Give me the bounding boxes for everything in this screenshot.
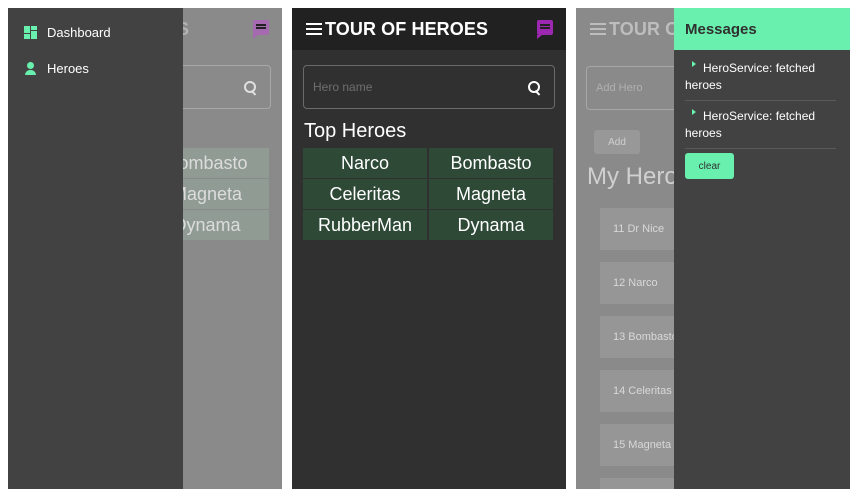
bullet-icon	[692, 61, 696, 67]
screen-dashboard-drawer: TOUR OF HEROES Narco Bombasto Celeritas …	[8, 8, 282, 489]
hero-search-input[interactable]	[304, 66, 524, 108]
messages-title: Messages	[674, 8, 850, 50]
hero-tile[interactable]: Narco	[303, 148, 427, 178]
message-icon[interactable]	[253, 20, 269, 39]
message-text: HeroService: fetched heroes	[685, 109, 816, 140]
search-icon	[244, 81, 258, 95]
bullet-icon	[692, 109, 696, 115]
hero-tile[interactable]: RubberMan	[303, 210, 427, 240]
person-icon	[24, 61, 37, 75]
menu-icon[interactable]	[590, 23, 606, 35]
clear-button[interactable]: clear	[685, 153, 734, 179]
nav-item-label: Heroes	[47, 60, 89, 76]
messages-panel: Messages HeroService: fetched heroes Her…	[674, 8, 850, 489]
section-title: Top Heroes	[304, 120, 407, 142]
search-icon[interactable]	[528, 81, 542, 95]
hero-tile[interactable]: Celeritas	[303, 179, 427, 209]
nav-item-label: Dashboard	[47, 24, 111, 40]
nav-item-dashboard[interactable]: Dashboard	[8, 17, 183, 47]
menu-icon[interactable]	[306, 23, 322, 35]
toolbar: TOUR OF HEROES	[292, 8, 566, 50]
hero-tile[interactable]: Bombasto	[429, 148, 553, 178]
add-button[interactable]: Add	[594, 130, 640, 154]
message-text: HeroService: fetched heroes	[685, 61, 816, 92]
screen-heroes-messages: TOUR OF HEROES Add My Heroes 11 Dr Nice …	[576, 8, 850, 489]
dashboard-icon	[24, 25, 37, 39]
hero-tile[interactable]: Magneta	[429, 179, 553, 209]
message-icon[interactable]	[537, 20, 553, 39]
message-item: HeroService: fetched heroes	[685, 60, 836, 101]
nav-item-heroes[interactable]: Heroes	[8, 53, 183, 83]
top-heroes-grid: Narco Bombasto Celeritas Magneta RubberM…	[303, 148, 555, 240]
nav-drawer: Dashboard Heroes	[8, 8, 183, 489]
hero-search-field	[303, 65, 555, 109]
hero-tile[interactable]: Dynama	[429, 210, 553, 240]
message-item: HeroService: fetched heroes	[685, 108, 836, 149]
screen-dashboard: TOUR OF HEROES Top Heroes Narco Bombasto…	[292, 8, 566, 489]
app-title: TOUR OF HEROES	[325, 18, 489, 39]
